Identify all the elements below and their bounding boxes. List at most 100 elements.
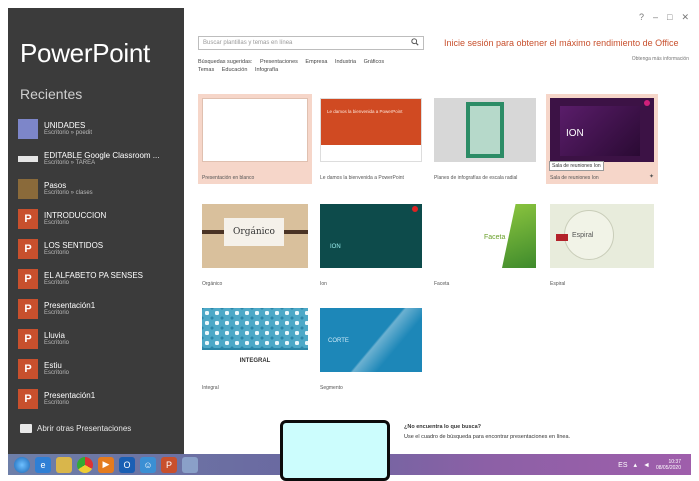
recent-item[interactable]: P Presentación1 Escritorio bbox=[18, 384, 182, 414]
search-icon[interactable] bbox=[411, 38, 419, 46]
recent-item-path: Escritorio bbox=[44, 370, 70, 377]
search-placeholder: Buscar plantillas y temas en línea bbox=[203, 40, 293, 46]
recent-list: UNIDADES Escritorio » poedit EDITABLE Goog… bbox=[18, 114, 182, 414]
template-caption: Planes de infografías de escala radial bbox=[434, 175, 518, 181]
template-faceta[interactable]: Faceta Faceta bbox=[430, 200, 540, 290]
template-tooltip: Sala de reuniones Ion bbox=[549, 161, 604, 171]
template-ion[interactable]: ION Ion bbox=[316, 200, 426, 290]
messenger-icon[interactable]: ☺ bbox=[140, 456, 156, 473]
network-icon[interactable]: ▴ bbox=[634, 461, 638, 469]
recent-item[interactable]: P Presentación1 Escritorio bbox=[18, 294, 182, 324]
suggestion-temas[interactable]: Temas bbox=[198, 67, 214, 73]
thumbnail-text: Faceta bbox=[484, 234, 506, 241]
template-welcome-powerpoint[interactable]: Le damos la bienvenida a PowerPoint Le d… bbox=[316, 94, 426, 184]
recent-item[interactable]: UNIDADES Escritorio » poedit bbox=[18, 114, 182, 144]
powerpoint-file-icon: P bbox=[18, 209, 38, 229]
template-thumbnail bbox=[434, 98, 536, 162]
outlook-icon[interactable]: O bbox=[119, 456, 135, 473]
volume-icon[interactable]: ◄ bbox=[643, 462, 650, 469]
recent-item-text: Lluvia Escritorio bbox=[44, 332, 69, 347]
template-caption: Faceta bbox=[434, 281, 450, 287]
template-caption: Ion bbox=[320, 281, 327, 287]
template-thumbnail: INTEGRAL bbox=[202, 308, 308, 372]
template-caption: Segmento bbox=[320, 385, 343, 391]
recent-heading: Recientes bbox=[20, 86, 83, 102]
suggested-searches: Búsquedas sugeridas: Presentaciones Empr… bbox=[198, 58, 418, 75]
open-other-presentations-link[interactable]: Abrir otras Presentaciones bbox=[20, 424, 131, 433]
template-espiral[interactable]: Espiral Espiral bbox=[546, 200, 658, 290]
minimize-icon[interactable]: – bbox=[653, 12, 658, 23]
template-thumbnail: Orgánico bbox=[202, 204, 308, 268]
help-icon[interactable]: ? bbox=[639, 12, 644, 23]
maximize-icon[interactable]: □ bbox=[667, 12, 672, 23]
template-thumbnail: ION bbox=[550, 98, 654, 162]
template-ion-boardroom[interactable]: ION Sala de reuniones Ion Sala de reunio… bbox=[546, 94, 658, 184]
suggestion-educacion[interactable]: Educación bbox=[222, 67, 248, 73]
app-title: PowerPoint bbox=[20, 38, 150, 68]
pin-icon[interactable]: ✦ bbox=[649, 173, 654, 180]
system-tray: ES ▴ ◄ 10:37 08/05/2020 bbox=[618, 459, 681, 471]
recent-item-path: Escritorio bbox=[44, 340, 70, 347]
recent-item[interactable]: P Estiu Escritorio bbox=[18, 354, 182, 384]
powerpoint-file-icon: P bbox=[18, 239, 38, 259]
recent-item[interactable]: EDITABLE Google Classroom ... Escritorio … bbox=[18, 144, 182, 174]
recent-item-path: Escritorio bbox=[44, 250, 70, 257]
file-explorer-icon[interactable] bbox=[56, 456, 72, 473]
suggestion-empresa[interactable]: Empresa bbox=[305, 59, 327, 65]
sidebar: PowerPoint Recientes UNIDADES Escritorio … bbox=[8, 8, 184, 454]
file-thumbnail-icon bbox=[18, 179, 38, 199]
powerpoint-file-icon: P bbox=[18, 329, 38, 349]
recent-item-name: LOS SENTIDOS bbox=[44, 241, 104, 250]
suggested-searches-label: Búsquedas sugeridas: bbox=[198, 59, 253, 65]
not-found-notice: ¿No encuentra lo que busca? Use el cuadr… bbox=[404, 422, 570, 443]
powerpoint-file-icon: P bbox=[18, 359, 38, 379]
thumbnail-stripe bbox=[202, 348, 308, 350]
recent-item-name: UNIDADES bbox=[44, 121, 86, 130]
recent-item[interactable]: P LOS SENTIDOS Escritorio bbox=[18, 234, 182, 264]
media-player-icon[interactable]: ▶ bbox=[98, 456, 114, 473]
start-button[interactable] bbox=[14, 456, 30, 473]
file-thumbnail-icon bbox=[18, 119, 38, 139]
recent-item[interactable]: P Lluvia Escritorio bbox=[18, 324, 182, 354]
open-other-label: Abrir otras Presentaciones bbox=[37, 424, 132, 433]
taskbar-app-icon[interactable] bbox=[182, 456, 198, 473]
suggestion-infografia[interactable]: Infografía bbox=[255, 67, 278, 73]
recent-item-name: Presentación1 bbox=[44, 301, 96, 310]
chrome-icon[interactable] bbox=[77, 456, 93, 473]
suggestion-industria[interactable]: Industria bbox=[335, 59, 356, 65]
template-thumbnail: Le damos la bienvenida a PowerPoint bbox=[320, 98, 422, 162]
suggestion-graficos[interactable]: Gráficos bbox=[364, 59, 384, 65]
thumbnail-pattern bbox=[202, 308, 308, 348]
more-info-link[interactable]: Obtenga más información bbox=[632, 56, 689, 62]
template-organico[interactable]: Orgánico Orgánico bbox=[198, 200, 312, 290]
recent-item-name: Presentación1 bbox=[44, 391, 96, 400]
recent-item-name: EDITABLE Google Classroom ... bbox=[44, 151, 160, 160]
recent-item-path: Escritorio bbox=[44, 280, 70, 287]
template-infographic[interactable]: Planes de infografías de escala radial bbox=[430, 94, 540, 184]
language-indicator[interactable]: ES bbox=[618, 462, 627, 469]
recent-item-text: Estiu Escritorio bbox=[44, 362, 69, 377]
signin-banner[interactable]: Inicie sesión para obtener el máximo ren… bbox=[444, 38, 678, 48]
notice-body: Use el cuadro de búsqueda para encontrar… bbox=[404, 434, 571, 441]
template-blank-presentation[interactable]: Presentación en blanco bbox=[198, 94, 312, 184]
recent-item[interactable]: P INTRODUCCION Escritorio bbox=[18, 204, 182, 234]
notice-title: ¿No encuentra lo que busca? bbox=[404, 424, 482, 430]
search-input[interactable]: Buscar plantillas y temas en línea bbox=[198, 36, 424, 50]
internet-explorer-icon[interactable]: e bbox=[35, 456, 51, 473]
recent-item-text: Pasos Escritorio » clases bbox=[44, 182, 93, 197]
recent-item-text: EDITABLE Google Classroom ... Escritorio … bbox=[44, 152, 159, 167]
clock[interactable]: 10:37 08/05/2020 bbox=[656, 459, 681, 471]
marker-dot bbox=[412, 206, 418, 212]
thumbnail-text: Espiral bbox=[572, 232, 594, 239]
powerpoint-taskbar-icon[interactable]: P bbox=[161, 456, 177, 473]
close-icon[interactable]: ✕ bbox=[681, 12, 689, 23]
template-integral[interactable]: INTEGRAL Integral bbox=[198, 304, 312, 394]
thumbnail-text: ION bbox=[566, 128, 584, 139]
powerpoint-file-icon: P bbox=[18, 299, 38, 319]
template-segmento[interactable]: CORTE Segmento bbox=[316, 304, 426, 394]
recent-item-name: Pasos bbox=[44, 181, 67, 190]
powerpoint-start-screen: PowerPoint Recientes UNIDADES Escritorio … bbox=[0, 0, 699, 481]
suggestion-presentaciones[interactable]: Presentaciones bbox=[260, 59, 298, 65]
recent-item[interactable]: P EL ALFABETO PA SENSES Escritorio bbox=[18, 264, 182, 294]
recent-item[interactable]: Pasos Escritorio » clases bbox=[18, 174, 182, 204]
